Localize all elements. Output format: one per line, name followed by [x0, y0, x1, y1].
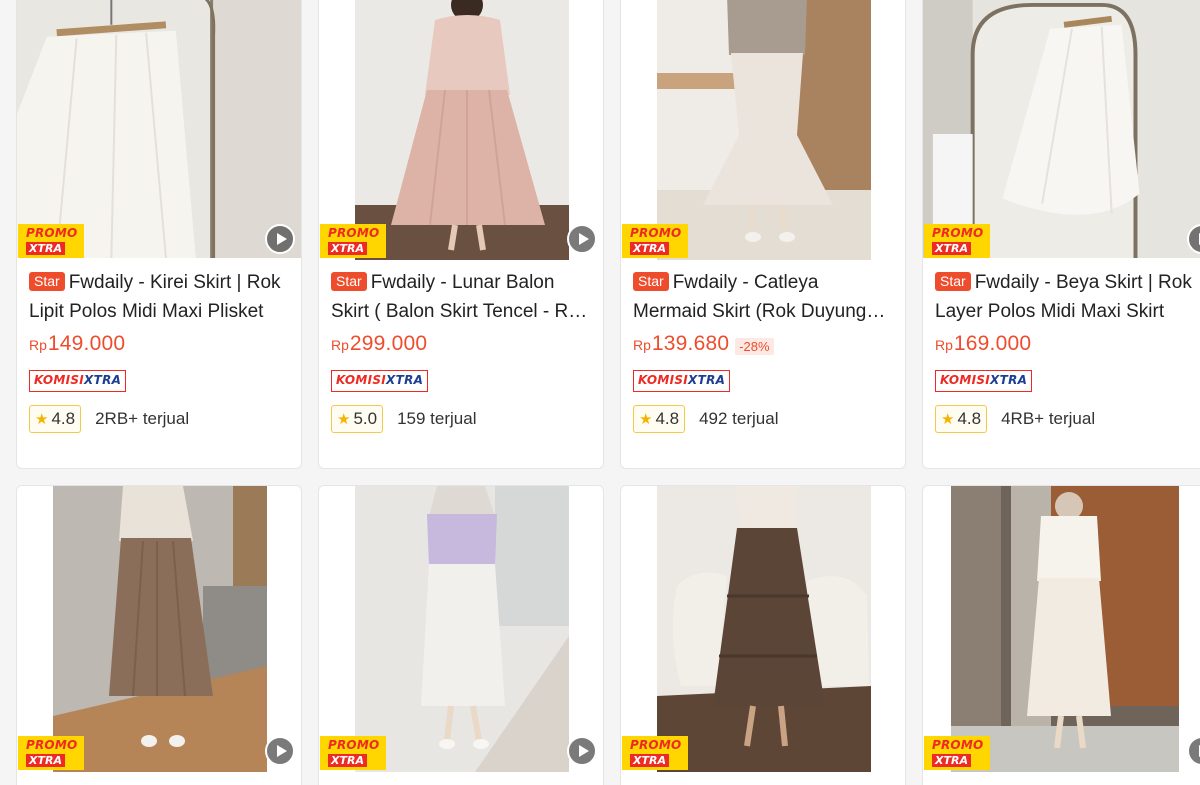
product-image[interactable]: PROMO XTRA — [319, 0, 603, 260]
sold-count: 492 terjual — [699, 409, 779, 428]
product-card[interactable]: PROMO XTRA — [16, 485, 302, 785]
sold-count: 2RB+ terjual — [95, 409, 190, 428]
discount-badge: -28% — [735, 337, 774, 355]
star-icon: ★ — [35, 411, 49, 428]
komisi-xtra-badge: KOMISIXTRA — [29, 370, 127, 392]
star-icon: ★ — [941, 411, 955, 428]
play-icon[interactable] — [567, 224, 597, 254]
star-seller-badge: Star — [29, 272, 65, 291]
star-seller-badge: Star — [633, 272, 669, 291]
rating-value: 5.0 — [353, 409, 378, 428]
star-seller-badge: Star — [935, 272, 971, 291]
komisi-xtra-badge: KOMISIXTRA — [935, 370, 1033, 392]
product-card[interactable]: PROMO XTRA Star Fwdaily - Beya Skirt | Ro… — [922, 0, 1200, 469]
price: Rp 169.000 — [935, 332, 1195, 360]
sold-count: 159 terjual — [397, 409, 477, 428]
product-photo — [951, 486, 1179, 772]
product-photo — [657, 0, 871, 260]
product-title-text: Fwdaily - Beya Skirt | Rok Layer Polos M… — [935, 272, 1192, 322]
price-value: 169.000 — [953, 332, 1032, 355]
currency: Rp — [331, 337, 349, 353]
rating-badge: ★ 4.8 — [935, 405, 988, 433]
product-photo — [53, 486, 267, 772]
promo-xtra-badge: PROMO XTRA — [924, 736, 990, 770]
product-title-text: Fwdaily - Catleya Mermaid Skirt (Rok Duy… — [633, 272, 867, 322]
product-photo — [355, 486, 569, 772]
play-icon[interactable] — [265, 224, 295, 254]
rating-value: 4.8 — [655, 409, 680, 428]
promo-xtra-badge: PROMO XTRA — [18, 736, 84, 770]
product-title[interactable]: Star Fwdaily - Catleya Mermaid Skirt (Rok… — [633, 268, 893, 326]
currency: Rp — [935, 337, 953, 353]
product-card[interactable]: PROMO XTRA — [620, 485, 906, 785]
product-image[interactable]: PROMO XTRA — [17, 0, 301, 260]
rating-value: 4.8 — [957, 409, 982, 428]
promo-xtra-badge: PROMO XTRA — [320, 736, 386, 770]
currency: Rp — [633, 337, 651, 353]
product-image[interactable]: PROMO XTRA — [621, 486, 905, 772]
rating-badge: ★ 4.8 — [29, 405, 82, 433]
product-image[interactable]: PROMO XTRA — [923, 486, 1200, 772]
product-title-text: Fwdaily - Kirei Skirt | Rok Lipit Polos … — [29, 272, 281, 322]
komisi-xtra-badge: KOMISIXTRA — [331, 370, 429, 392]
play-icon[interactable] — [265, 736, 295, 766]
product-image[interactable]: PROMO XTRA — [319, 486, 603, 772]
price-value: 139.680 — [651, 332, 730, 355]
product-title[interactable]: Star Fwdaily - Kirei Skirt | Rok Lipit Po… — [29, 268, 289, 326]
sold-count: 4RB+ terjual — [1001, 409, 1096, 428]
product-image[interactable]: PROMO XTRA — [621, 0, 905, 260]
product-card[interactable]: PROMO XTRA Star Fwdaily - Kirei Skirt | R… — [16, 0, 302, 469]
komisi-xtra-badge: KOMISIXTRA — [633, 370, 731, 392]
promo-xtra-badge: PROMO XTRA — [18, 224, 84, 258]
product-photo — [657, 486, 871, 772]
product-title[interactable]: Star Fwdaily - Beya Skirt | Rok Layer Pol… — [935, 268, 1195, 326]
product-grid: PROMO XTRA Star Fwdaily - Kirei Skirt | R… — [0, 0, 1200, 785]
price: Rp 139.680 -28% — [633, 332, 893, 360]
play-icon[interactable] — [1187, 736, 1200, 766]
product-title-text: Fwdaily - Lunar Balon Skirt ( Balon Skir… — [331, 272, 589, 322]
promo-xtra-badge: PROMO XTRA — [924, 224, 990, 258]
price-value: 299.000 — [349, 332, 428, 355]
product-photo — [17, 0, 301, 259]
promo-xtra-badge: PROMO XTRA — [622, 736, 688, 770]
price: Rp 299.000 — [331, 332, 591, 360]
product-image[interactable]: PROMO XTRA — [923, 0, 1200, 260]
product-image[interactable]: PROMO XTRA — [17, 486, 301, 772]
star-seller-badge: Star — [331, 272, 367, 291]
play-icon[interactable] — [567, 736, 597, 766]
price: Rp 149.000 — [29, 332, 289, 360]
promo-xtra-badge: PROMO XTRA — [622, 224, 688, 258]
product-photo — [355, 0, 569, 260]
promo-xtra-badge: PROMO XTRA — [320, 224, 386, 258]
currency: Rp — [29, 337, 47, 353]
star-icon: ★ — [337, 411, 351, 428]
rating-value: 4.8 — [51, 409, 76, 428]
rating-badge: ★ 5.0 — [331, 405, 384, 433]
star-icon: ★ — [639, 411, 653, 428]
product-card[interactable]: PROMO XTRA Star Fwdaily - Lunar Balon Ski… — [318, 0, 604, 469]
product-card[interactable]: PROMO XTRA — [922, 485, 1200, 785]
price-value: 149.000 — [47, 332, 126, 355]
rating-badge: ★ 4.8 — [633, 405, 686, 433]
product-card[interactable]: PROMO XTRA — [318, 485, 604, 785]
product-photo — [923, 0, 1200, 259]
product-card[interactable]: PROMO XTRA Star Fwdaily - Catleya Mermaid… — [620, 0, 906, 469]
product-title[interactable]: Star Fwdaily - Lunar Balon Skirt ( Balon … — [331, 268, 591, 326]
